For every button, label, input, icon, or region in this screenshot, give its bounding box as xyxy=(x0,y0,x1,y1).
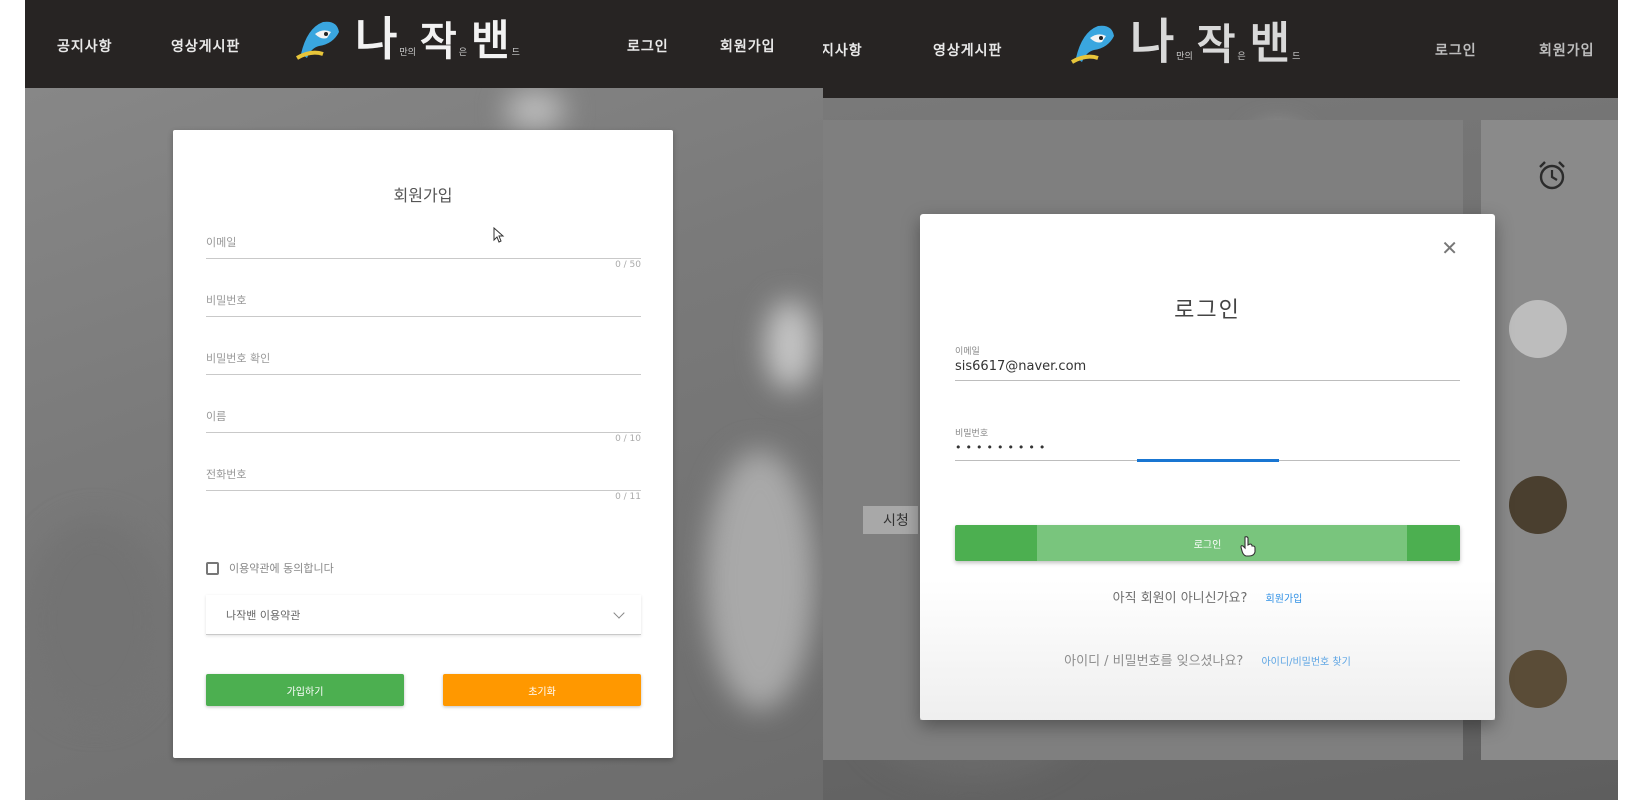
email-field[interactable]: 이메일 sis6617@naver.com xyxy=(955,344,1460,381)
email-counter: 0 / 50 xyxy=(615,260,641,270)
logo-char-1: 나 xyxy=(355,12,398,66)
password-confirm-field-label: 비밀번호 확인 xyxy=(206,352,271,365)
logo-small-2: 은 xyxy=(458,48,467,58)
pointer-cursor-icon xyxy=(1240,536,1256,557)
logo-mascot-icon xyxy=(1071,25,1114,64)
alarm-clock-icon xyxy=(1539,161,1565,190)
login-submit-label: 로그인 xyxy=(1193,539,1222,551)
logo-char-2: 작 xyxy=(419,19,457,65)
button-ripple xyxy=(1037,525,1407,561)
logo-small-1: 만의 xyxy=(399,48,416,58)
screenshot-collage: 공지사항 영상게시판 나 만의 작 은 밴 드 로그인 회원가입 회원가입 이메… xyxy=(0,0,1633,800)
terms-agree-row[interactable]: 이용약관에 동의합니다 xyxy=(206,560,334,576)
nav-signup[interactable]: 회원가입 xyxy=(1539,40,1595,60)
email-field[interactable]: 이메일 0 / 50 xyxy=(206,234,641,270)
nav-login[interactable]: 로그인 xyxy=(1435,40,1477,60)
name-counter: 0 / 10 xyxy=(615,434,641,444)
password-field-label: 비밀번호 xyxy=(955,429,989,439)
nav-notice[interactable]: 지사항 xyxy=(823,40,863,60)
find-account-link[interactable]: 아이디/비밀번호 찾기 xyxy=(1261,657,1350,668)
avatar[interactable] xyxy=(1509,300,1567,358)
signup-link[interactable]: 회원가입 xyxy=(1266,594,1303,605)
chevron-down-icon xyxy=(613,607,625,619)
forgot-text: 아이디 / 비밀번호를 잊으셨나요? xyxy=(1064,654,1244,669)
checkbox-icon[interactable] xyxy=(206,561,219,575)
terms-select-value: 나작밴 이용약관 xyxy=(226,608,301,622)
signup-title: 회원가입 xyxy=(393,186,453,205)
avatar[interactable] xyxy=(1509,650,1567,708)
login-page: 시청 지사항 영상게시판 나 만의 작 은 밴 드 로그인 회원가입 ✕ 로그인… xyxy=(823,0,1618,800)
signup-card: 회원가입 이메일 0 / 50 비밀번호 비밀번호 확인 이름 0 / 10 전… xyxy=(173,130,673,758)
login-submit-button[interactable]: 로그인 xyxy=(955,525,1460,561)
avatar[interactable] xyxy=(1509,476,1567,534)
field-underline xyxy=(206,374,641,375)
field-underline xyxy=(955,380,1460,381)
name-field-label: 이름 xyxy=(206,410,227,423)
logo-small-2: 은 xyxy=(1237,52,1246,62)
signup-reset-button[interactable]: 초기화 xyxy=(443,674,641,706)
logo-char-1: 나 xyxy=(1130,14,1175,70)
password-field-label: 비밀번호 xyxy=(206,294,247,307)
password-field-value: ••••••••• xyxy=(955,441,1050,454)
find-account-row: 아이디 / 비밀번호를 잊으셨나요? 아이디/비밀번호 찾기 xyxy=(920,650,1495,669)
email-field-value: sis6617@naver.com xyxy=(955,359,1087,374)
email-field-label: 이메일 xyxy=(955,347,980,357)
phone-counter: 0 / 11 xyxy=(615,492,641,502)
field-underline xyxy=(955,459,1460,462)
login-dialog: ✕ 로그인 이메일 sis6617@naver.com 비밀번호 •••••••… xyxy=(920,214,1495,720)
no-account-text: 아직 회원이 아니신가요? xyxy=(1112,591,1248,606)
nav-video-board[interactable]: 영상게시판 xyxy=(933,40,1002,60)
password-field[interactable]: 비밀번호 xyxy=(206,292,641,317)
field-underline xyxy=(206,258,641,259)
site-logo[interactable]: 나 만의 작 은 밴 드 xyxy=(1068,18,1304,66)
field-underline xyxy=(206,490,641,491)
logo-small-3: 드 xyxy=(1292,52,1301,62)
name-field[interactable]: 이름 0 / 10 xyxy=(206,408,641,444)
password-confirm-field[interactable]: 비밀번호 확인 xyxy=(206,350,641,375)
nav-login[interactable]: 로그인 xyxy=(627,36,669,56)
nav-video-board[interactable]: 영상게시판 xyxy=(171,36,240,56)
email-field-label: 이메일 xyxy=(206,236,237,249)
logo-char-3: 밴 xyxy=(470,16,510,65)
close-icon[interactable]: ✕ xyxy=(1441,236,1458,260)
signup-submit-button[interactable]: 가입하기 xyxy=(206,674,404,706)
terms-select[interactable]: 나작밴 이용약관 xyxy=(206,595,641,635)
background-watch-label: 시청 xyxy=(863,506,918,534)
logo-small-1: 만의 xyxy=(1176,52,1193,62)
field-underline xyxy=(206,316,641,317)
password-field[interactable]: 비밀번호 ••••••••• xyxy=(955,426,1460,462)
nav-signup[interactable]: 회원가입 xyxy=(720,36,776,56)
terms-agree-label: 이용약관에 동의합니다 xyxy=(229,562,334,575)
phone-field[interactable]: 전화번호 0 / 11 xyxy=(206,466,641,502)
top-navbar: 지사항 영상게시판 나 만의 작 은 밴 드 로그인 회원가입 xyxy=(823,0,1618,98)
site-logo[interactable]: 나 만의 작 은 밴 드 xyxy=(293,14,524,62)
phone-field-label: 전화번호 xyxy=(206,468,247,481)
login-title: 로그인 xyxy=(1174,298,1241,323)
signup-page: 공지사항 영상게시판 나 만의 작 은 밴 드 로그인 회원가입 회원가입 이메… xyxy=(25,0,823,800)
signup-prompt-row: 아직 회원이 아니신가요? 회원가입 xyxy=(920,587,1495,606)
top-navbar: 공지사항 영상게시판 나 만의 작 은 밴 드 로그인 회원가입 xyxy=(25,0,823,88)
logo-mascot-icon xyxy=(296,21,339,60)
focus-indicator xyxy=(1137,459,1279,462)
field-underline xyxy=(206,432,641,433)
logo-small-3: 드 xyxy=(511,48,520,58)
logo-char-2: 작 xyxy=(1196,20,1236,69)
logo-char-3: 밴 xyxy=(1249,18,1291,69)
nav-notice[interactable]: 공지사항 xyxy=(57,36,113,56)
background-side-card xyxy=(1481,120,1618,760)
